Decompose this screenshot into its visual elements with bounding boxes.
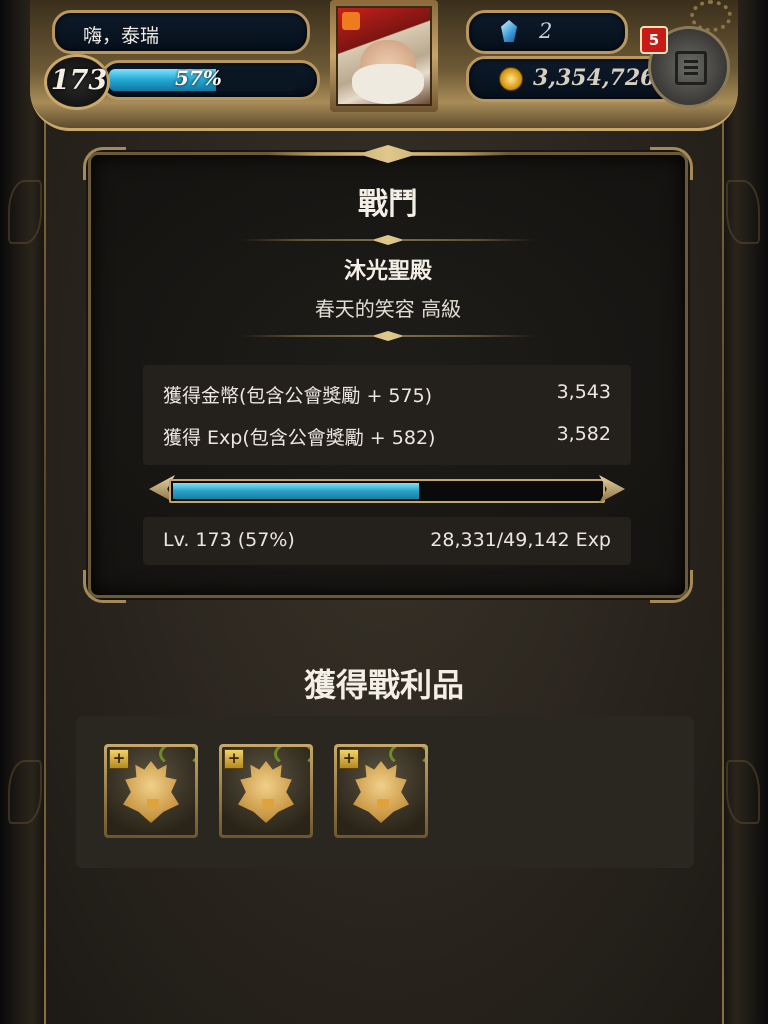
stage-subtitle: 春天的笑容 高級 xyxy=(314,297,462,321)
reward-label: 獲得 Exp(包含公會獎勵 + 582) xyxy=(163,427,436,449)
plus-icon: + xyxy=(224,749,244,769)
leaf-decoration xyxy=(274,747,310,767)
chick-body xyxy=(353,761,409,823)
chick-body xyxy=(238,761,294,823)
loot-title: 獲得戰利品 xyxy=(303,666,464,704)
avatar-image xyxy=(336,6,432,106)
panel-title: 戰鬥 xyxy=(358,187,418,222)
reward-summary: 獲得金幣(包含公會獎勵 + 575) 3,543 獲得 Exp(包含公會獎勵 +… xyxy=(143,365,631,465)
chick-beak xyxy=(147,799,159,809)
chocobo-chick-icon: + xyxy=(222,747,310,835)
exp-total: 28,331/49,142 Exp xyxy=(430,529,611,551)
chick-body xyxy=(123,761,179,823)
chocobo-chick-icon: + xyxy=(337,747,425,835)
leaf-decoration xyxy=(159,747,195,767)
progress-fill xyxy=(173,483,420,499)
gem-counter[interactable]: 2 xyxy=(466,10,628,54)
avatar-beard xyxy=(352,64,424,104)
reward-value: 3,543 xyxy=(556,381,611,403)
exp-bar: 57% xyxy=(100,60,320,100)
progress-track xyxy=(169,479,605,503)
reward-row-gold: 獲得金幣(包含公會獎勵 + 575) 3,543 xyxy=(163,381,611,411)
panel-corner xyxy=(83,147,126,180)
panel-corner xyxy=(83,570,126,603)
player-level: 173 xyxy=(50,65,108,96)
right-border-ornament xyxy=(722,0,768,1024)
player-level-badge: 173 xyxy=(44,54,110,110)
left-ornament xyxy=(8,760,42,824)
right-ornament xyxy=(726,180,760,244)
chick-beak xyxy=(262,799,274,809)
player-avatar[interactable] xyxy=(330,0,438,112)
right-ornament xyxy=(726,760,760,824)
chocobo-chick-icon: + xyxy=(107,747,195,835)
panel-corner xyxy=(650,147,693,180)
divider xyxy=(241,235,535,245)
level-label: Lv. 173 (57%) xyxy=(163,529,295,551)
notification-badge: 5 xyxy=(640,26,668,54)
player-name: 嗨，泰瑞 xyxy=(83,25,160,47)
level-info: Lv. 173 (57%) 28,331/49,142 Exp xyxy=(143,517,631,565)
reward-label: 獲得金幣(包含公會獎勵 + 575) xyxy=(163,385,433,407)
menu-icon xyxy=(675,51,707,85)
battle-result-panel: 戰鬥 沐光聖殿 春天的笑容 高級 獲得金幣(包含公會獎勵 + 575) 3,54… xyxy=(83,145,693,603)
loot-item[interactable]: + xyxy=(104,744,198,838)
plus-icon: + xyxy=(339,749,359,769)
loot-item[interactable]: + xyxy=(219,744,313,838)
reward-value: 3,582 xyxy=(556,423,611,445)
exp-percent: 57% xyxy=(175,66,222,90)
reward-row-exp: 獲得 Exp(包含公會獎勵 + 582) 3,582 xyxy=(163,423,611,453)
plus-icon: + xyxy=(109,749,129,769)
level-progress-bar xyxy=(149,473,625,507)
player-name-plate[interactable]: 嗨，泰瑞 xyxy=(52,10,310,54)
leaf-decoration xyxy=(389,747,425,767)
stage-name: 沐光聖殿 xyxy=(343,259,432,284)
loot-item[interactable]: + xyxy=(334,744,428,838)
gem-count: 2 xyxy=(539,19,553,43)
fire-element-icon xyxy=(342,12,360,30)
left-border-ornament xyxy=(0,0,46,1024)
divider xyxy=(241,331,535,341)
gold-coin-icon xyxy=(499,67,523,91)
left-ornament xyxy=(8,180,42,244)
gem-icon xyxy=(501,20,517,42)
chick-beak xyxy=(377,799,389,809)
gold-amount: 3,354,726 xyxy=(533,65,656,91)
loot-list: + + + xyxy=(76,716,694,868)
